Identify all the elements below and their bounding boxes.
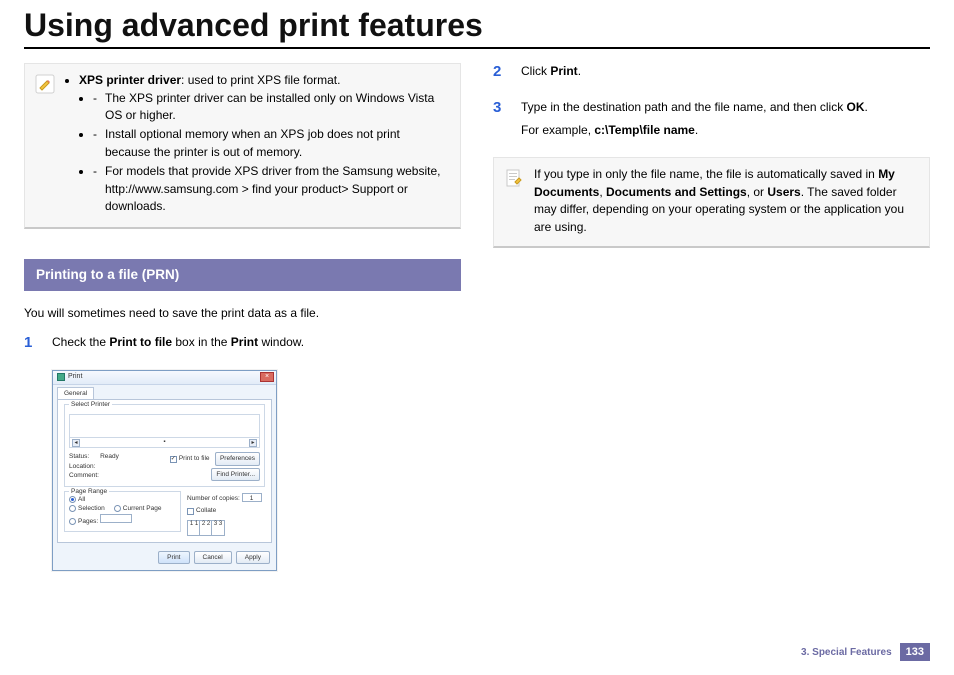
copies-input[interactable]: 1: [242, 493, 262, 502]
s2-post: .: [578, 64, 581, 78]
step-2-number: 2: [493, 63, 509, 86]
note1-sub3: For models that provide XPS driver from …: [93, 163, 448, 215]
group-select-printer: Select Printer ◂ ▪ ▸ Status:: [64, 404, 265, 487]
document-footer: 3. Special Features 133: [801, 643, 930, 661]
xps-driver-rest: : used to print XPS file format.: [181, 73, 340, 87]
note-content: XPS printer driver: used to print XPS fi…: [65, 72, 448, 217]
radio-pages[interactable]: [69, 518, 76, 525]
s3a-post: .: [865, 100, 868, 114]
radio-pages-label: Pages:: [78, 518, 98, 525]
print-button[interactable]: Print: [158, 551, 189, 564]
tab-general[interactable]: General: [57, 387, 94, 399]
step-2: 2 Click Print.: [493, 63, 930, 86]
step-1: 1 Check the Print to file box in the Pri…: [24, 334, 461, 357]
printer-list[interactable]: ◂ ▪ ▸: [69, 414, 260, 448]
step-3-number: 3: [493, 99, 509, 146]
section-bar-printing-prn: Printing to a file (PRN): [24, 259, 461, 291]
right-column: 2 Click Print. 3 Type in the destination…: [493, 63, 930, 571]
status-value: Ready: [100, 453, 119, 460]
step-1-body: Check the Print to file box in the Print…: [52, 334, 461, 357]
radio-selection-label: Selection: [78, 505, 105, 512]
radio-selection[interactable]: [69, 505, 76, 512]
s1-pre: Check the: [52, 335, 109, 349]
group-select-printer-label: Select Printer: [69, 400, 112, 409]
printer-icon: [57, 373, 65, 381]
note-pencil-icon: [35, 74, 55, 94]
radio-all[interactable]: [69, 496, 76, 503]
s1-b2: Print: [231, 335, 258, 349]
copies-area: Number of copies: 1 Collate 1 1 2 2 3 3: [187, 491, 265, 538]
s3a-pre: Type in the destination path and the fil…: [521, 100, 847, 114]
footer-chapter: 3. Special Features: [801, 647, 892, 658]
n2-b3: Users: [767, 185, 800, 199]
step-3: 3 Type in the destination path and the f…: [493, 99, 930, 146]
dialog-footer: Print Cancel Apply: [53, 547, 276, 570]
s3b-post: .: [695, 123, 698, 137]
radio-current-label: Current Page: [123, 505, 162, 512]
n2-s2: , or: [747, 185, 768, 199]
n2-pre: If you type in only the file name, the f…: [534, 167, 878, 181]
apply-button[interactable]: Apply: [236, 551, 270, 564]
xps-driver-bold: XPS printer driver: [79, 73, 181, 87]
title-rule: [24, 47, 930, 49]
s3b-pre: For example,: [521, 123, 594, 137]
pages-input[interactable]: [100, 514, 132, 523]
note1-sub2: Install optional memory when an XPS job …: [93, 126, 448, 161]
copies-label: Number of copies:: [187, 495, 240, 502]
s2-b1: Print: [550, 64, 577, 78]
dialog-titlebar: Print ×: [53, 371, 276, 385]
print-to-file-checkbox[interactable]: ✓ Print to file: [170, 454, 210, 463]
s2-pre: Click: [521, 64, 550, 78]
collate-illustration: 1 1 2 2 3 3: [187, 520, 223, 538]
n2-b2: Documents and Settings: [606, 185, 747, 199]
print-dialog-illustration: Print × General Select Printer ◂: [52, 370, 461, 572]
note1-sub1: The XPS printer driver can be installed …: [93, 90, 448, 125]
s3b-b: c:\Temp\file name: [594, 123, 694, 137]
scroll-thumb[interactable]: ▪: [80, 438, 249, 447]
s1-mid: box in the: [172, 335, 231, 349]
print-to-file-label: Print to file: [179, 454, 210, 463]
find-printer-button[interactable]: Find Printer...: [211, 468, 260, 481]
group-page-range-label: Page Range: [69, 487, 109, 496]
cancel-button[interactable]: Cancel: [194, 551, 232, 564]
step-1-number: 1: [24, 334, 40, 357]
close-icon[interactable]: ×: [260, 372, 274, 382]
location-label: Location:: [69, 462, 119, 471]
preferences-button[interactable]: Preferences: [215, 452, 260, 465]
footer-page-number: 133: [900, 643, 930, 661]
group-page-range: Page Range All Selection Current Page: [64, 491, 181, 532]
radio-current-page[interactable]: [114, 505, 121, 512]
printer-list-scrollbar[interactable]: ◂ ▪ ▸: [70, 437, 259, 447]
dialog-title: Print: [68, 372, 82, 382]
note-xps-driver: XPS printer driver: used to print XPS fi…: [24, 63, 461, 229]
note-page-icon: [504, 168, 524, 188]
prn-intro: You will sometimes need to save the prin…: [24, 305, 461, 322]
n2-s1: ,: [599, 185, 606, 199]
s1-b1: Print to file: [109, 335, 172, 349]
scroll-left-icon[interactable]: ◂: [72, 439, 80, 447]
comment-label: Comment:: [69, 471, 119, 480]
scroll-right-icon[interactable]: ▸: [249, 439, 257, 447]
left-column: XPS printer driver: used to print XPS fi…: [24, 63, 461, 571]
collate-label: Collate: [196, 506, 216, 515]
note2-content: If you type in only the file name, the f…: [534, 166, 917, 236]
s1-post: window.: [258, 335, 304, 349]
collate-checkbox[interactable]: Collate: [187, 506, 216, 515]
radio-all-label: All: [78, 496, 85, 503]
sheet-3: 3 3: [211, 520, 225, 536]
note-file-save-location: If you type in only the file name, the f…: [493, 157, 930, 248]
status-label: Status:: [69, 453, 89, 460]
page-title: Using advanced print features: [24, 8, 930, 43]
content-columns: XPS printer driver: used to print XPS fi…: [24, 63, 930, 571]
s3a-b: OK: [847, 100, 865, 114]
